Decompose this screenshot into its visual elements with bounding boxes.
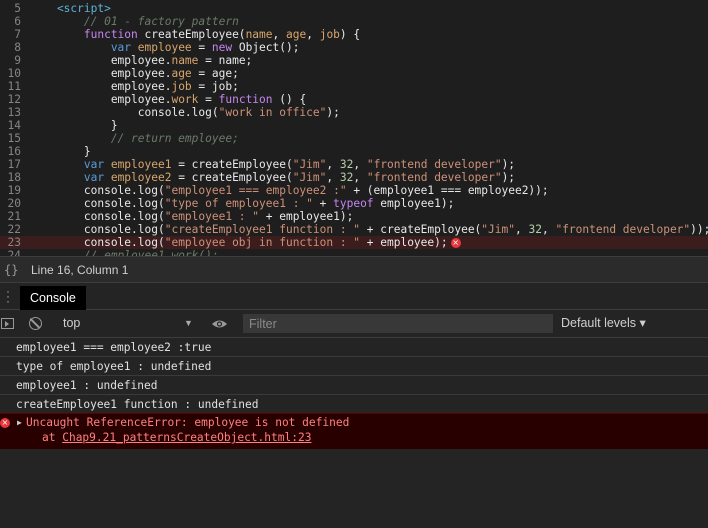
- code-text: console.log("createEmployee1 function : …: [30, 223, 708, 236]
- line-number: 13: [7, 106, 21, 119]
- kebab-menu-icon[interactable]: · · ·: [6, 285, 10, 307]
- line-number: 18: [7, 171, 21, 184]
- context-selector[interactable]: top: [63, 310, 80, 337]
- code-text: employee.name = name;: [30, 54, 253, 67]
- line-number: 11: [7, 80, 21, 93]
- line-number: 5: [14, 2, 21, 15]
- code-line[interactable]: 9 employee.name = name;: [0, 54, 708, 67]
- code-text: function createEmployee(name, age, job) …: [30, 28, 361, 41]
- error-icon: ×: [0, 418, 10, 428]
- code-text: employee.age = age;: [30, 67, 239, 80]
- code-line[interactable]: 18 var employee2 = createEmployee("Jim",…: [0, 171, 708, 184]
- console-error-message: × ▶ Uncaught ReferenceError: employee is…: [0, 413, 708, 449]
- pretty-print-icon[interactable]: {}: [4, 257, 18, 283]
- log-levels-dropdown[interactable]: Default levels ▾: [561, 310, 646, 337]
- console-message: employee1 === employee2 :true: [0, 338, 708, 357]
- cursor-position: Line 16, Column 1: [31, 263, 129, 277]
- code-line[interactable]: 15 // return employee;: [0, 132, 708, 145]
- console-messages: employee1 === employee2 :true type of em…: [0, 338, 708, 449]
- line-number: 15: [7, 132, 21, 145]
- code-line[interactable]: 20 console.log("type of employee1 : " + …: [0, 197, 708, 210]
- code-line[interactable]: 24 // employee1.work();: [0, 249, 708, 256]
- console-message: employee1 : undefined: [0, 376, 708, 395]
- line-number: 17: [7, 158, 21, 171]
- line-number: 10: [7, 67, 21, 80]
- code-text: console.log("employee1 : " + employee1);: [30, 210, 354, 223]
- code-line[interactable]: 5 <script>: [0, 2, 708, 15]
- code-text: console.log("work in office");: [30, 106, 340, 119]
- line-number: 8: [14, 41, 21, 54]
- error-icon[interactable]: ×: [450, 238, 461, 248]
- code-line[interactable]: 12 employee.work = function () {: [0, 93, 708, 106]
- line-number: 14: [7, 119, 21, 132]
- code-text: employee.job = job;: [30, 80, 239, 93]
- source-link[interactable]: Chap9.21_patternsCreateObject.html:23: [62, 431, 311, 444]
- tab-console[interactable]: Console: [20, 286, 86, 310]
- code-editor[interactable]: 5 <script> 6 // 01 - factory pattern 7 fun…: [0, 0, 708, 256]
- code-text: console.log("type of employee1 : " + typ…: [30, 197, 455, 210]
- code-line[interactable]: 8 var employee = new Object();: [0, 41, 708, 54]
- code-text: }: [30, 145, 91, 158]
- line-number: 6: [14, 15, 21, 28]
- chevron-down-icon[interactable]: ▼: [184, 310, 193, 337]
- code-text: console.log("employee obj in function : …: [30, 236, 461, 249]
- drawer-tab-bar: · · · Console: [0, 282, 708, 310]
- code-text: // return employee;: [30, 132, 239, 145]
- line-number: 7: [14, 28, 21, 41]
- code-text: }: [30, 119, 118, 132]
- line-number: 23: [7, 236, 21, 249]
- code-text: var employee2 = createEmployee("Jim", 32…: [30, 171, 516, 184]
- line-number: 20: [7, 197, 21, 210]
- console-message: type of employee1 : undefined: [0, 357, 708, 376]
- code-text: // employee1.work();: [30, 249, 219, 256]
- line-number: 22: [7, 223, 21, 236]
- code-text: // 01 - factory pattern: [30, 15, 239, 28]
- code-text: console.log("employee1 === employee2 :" …: [30, 184, 549, 197]
- console-toolbar: top ▼ Default levels ▾: [0, 310, 708, 338]
- error-stack-line: at Chap9.21_patternsCreateObject.html:23: [42, 431, 312, 444]
- code-line[interactable]: 13 console.log("work in office");: [0, 106, 708, 119]
- code-line[interactable]: 7 function createEmployee(name, age, job…: [0, 28, 708, 41]
- code-text: employee.work = function () {: [30, 93, 307, 106]
- code-text: var employee1 = createEmployee("Jim", 32…: [30, 158, 516, 171]
- show-sidebar-icon[interactable]: [1, 318, 14, 329]
- code-line[interactable]: 19 console.log("employee1 === employee2 …: [0, 184, 708, 197]
- code-line[interactable]: 23 console.log("employee obj in function…: [0, 236, 708, 249]
- line-number: 12: [7, 93, 21, 106]
- line-number: 9: [14, 54, 21, 67]
- line-number: 21: [7, 210, 21, 223]
- line-number: 16: [7, 145, 21, 158]
- line-number: 24: [7, 249, 21, 256]
- code-line[interactable]: 22 console.log("createEmployee1 function…: [0, 223, 708, 236]
- editor-status-bar: {} Line 16, Column 1: [0, 256, 708, 282]
- expand-triangle-icon[interactable]: ▶: [17, 414, 22, 431]
- code-line[interactable]: 21 console.log("employee1 : " + employee…: [0, 210, 708, 223]
- code-text: <script>: [30, 2, 111, 15]
- code-line[interactable]: 14 }: [0, 119, 708, 132]
- code-line[interactable]: 6 // 01 - factory pattern: [0, 15, 708, 28]
- eye-icon[interactable]: [211, 319, 228, 329]
- code-line[interactable]: 10 employee.age = age;: [0, 67, 708, 80]
- console-message: createEmployee1 function : undefined: [0, 395, 708, 414]
- code-line[interactable]: 11 employee.job = job;: [0, 80, 708, 93]
- code-text: var employee = new Object();: [30, 41, 300, 54]
- clear-console-icon[interactable]: [29, 317, 42, 330]
- code-line[interactable]: 17 var employee1 = createEmployee("Jim",…: [0, 158, 708, 171]
- line-number: 19: [7, 184, 21, 197]
- filter-input[interactable]: [243, 314, 553, 333]
- code-line[interactable]: 16 }: [0, 145, 708, 158]
